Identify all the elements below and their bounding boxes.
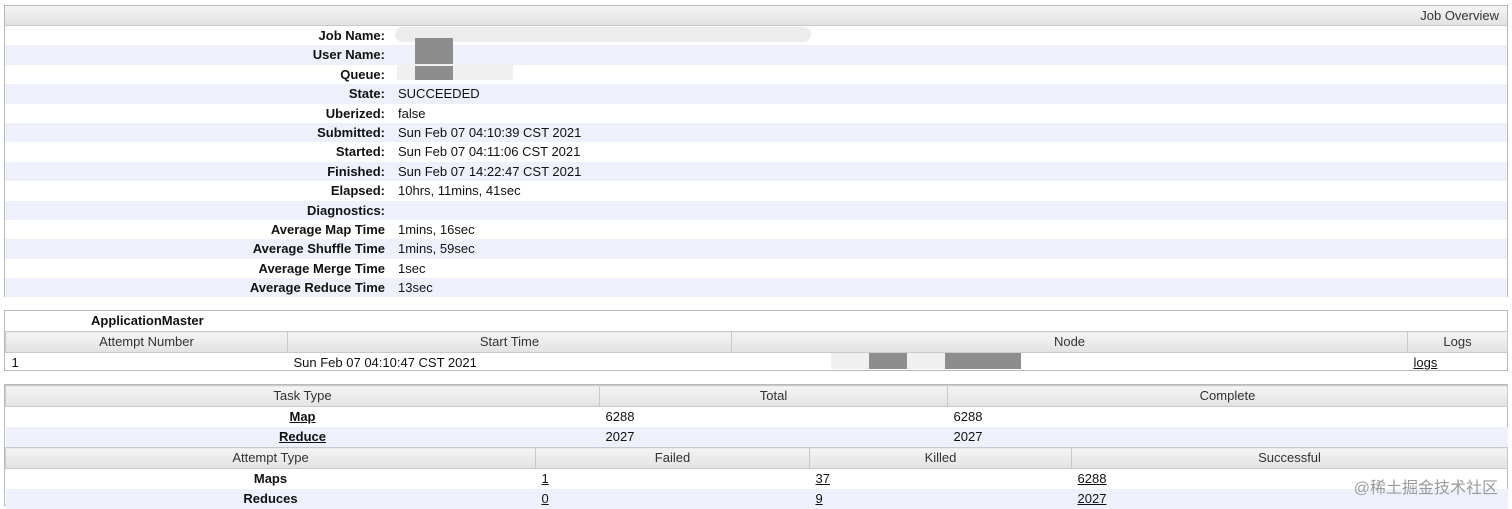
info-key: Submitted:: [317, 124, 385, 140]
table-row: 1 Sun Feb 07 04:10:47 CST 2021 logs: [6, 353, 1508, 374]
application-master-table: Attempt Number Start Time Node Logs 1 Su…: [5, 331, 1508, 373]
attempt-number-cell: 1: [11, 355, 19, 370]
table-row: Reduce 2027 2027: [5, 427, 1508, 447]
info-row-diagnostics: Diagnostics:: [5, 200, 1507, 220]
info-key: Diagnostics:: [306, 202, 385, 218]
info-value: 13sec: [398, 280, 433, 296]
column-header-logs[interactable]: Logs: [1407, 331, 1508, 353]
column-header-failed[interactable]: Failed: [535, 447, 810, 469]
job-overview-header: Job Overview: [5, 6, 1507, 26]
application-master-panel: ApplicationMaster Attempt Number Start T…: [4, 310, 1508, 371]
info-value: 1mins, 59sec: [398, 241, 475, 257]
info-row-avg-reduce-time: Average Reduce Time 13sec: [5, 278, 1507, 298]
info-row-avg-merge-time: Average Merge Time 1sec: [5, 259, 1507, 278]
info-key: Started:: [335, 144, 385, 160]
table-header-row: Attempt Type Failed Killed Successful: [5, 447, 1508, 469]
info-value: 10hrs, 11mins, 41sec: [398, 183, 521, 199]
info-key: Average Reduce Time: [249, 280, 385, 296]
reduces-successful-link[interactable]: 2027: [1078, 491, 1107, 506]
column-header-total[interactable]: Total: [599, 385, 948, 407]
total-cell: 2027: [599, 427, 948, 447]
reduce-task-link[interactable]: Reduce: [279, 429, 326, 444]
redacted-queue-mark: [415, 66, 453, 80]
info-value: 1mins, 16sec: [398, 221, 475, 237]
task-type-cell: Reduce: [5, 427, 600, 447]
job-overview-panel: Job Overview Job Name: User Name: Queue:…: [4, 5, 1508, 298]
start-time-cell: Sun Feb 07 04:10:47 CST 2021: [293, 355, 477, 370]
column-header-start-time[interactable]: Start Time: [287, 331, 732, 353]
info-value: 1sec: [398, 260, 426, 276]
info-key: Finished:: [327, 163, 385, 179]
info-row-queue: Queue:: [5, 65, 1507, 84]
attempt-type-cell: Maps: [253, 471, 288, 486]
redacted-node-mark-2: [945, 353, 1021, 369]
info-key: Elapsed:: [330, 183, 385, 199]
info-value: SUCCEEDED: [398, 86, 480, 102]
info-row-avg-map-time: Average Map Time 1mins, 16sec: [5, 220, 1507, 239]
column-header-successful[interactable]: Successful: [1071, 447, 1508, 469]
failed-cell: 0: [535, 489, 810, 509]
info-key: Average Merge Time: [258, 260, 385, 276]
info-row-finished: Finished: Sun Feb 07 14:22:47 CST 2021: [5, 161, 1507, 182]
column-header-complete[interactable]: Complete: [947, 385, 1508, 407]
info-row-submitted: Submitted: Sun Feb 07 04:10:39 CST 2021: [5, 122, 1507, 143]
redacted-node-mark-1: [869, 353, 907, 369]
table-row: Maps 1 37 6288: [6, 469, 1508, 490]
task-type-table: Task Type Total Complete Map 6288 6288 R…: [5, 385, 1508, 447]
table-row: Reduces 0 9 2027: [5, 489, 1508, 509]
info-value: Sun Feb 07 14:22:47 CST 2021: [398, 163, 582, 179]
complete-cell: 6288: [953, 409, 983, 424]
redacted-job-name: [395, 27, 811, 42]
info-row-started: Started: Sun Feb 07 04:11:06 CST 2021: [5, 142, 1507, 161]
info-row-uberized: Uberized: false: [5, 104, 1507, 123]
reduces-failed-link[interactable]: 0: [542, 491, 549, 506]
map-task-link[interactable]: Map: [290, 409, 316, 424]
redacted-user-name: [415, 38, 453, 66]
info-value: false: [398, 105, 426, 121]
reduces-killed-link[interactable]: 9: [816, 491, 823, 506]
watermark: @稀土掘金技术社区: [1353, 480, 1498, 497]
killed-cell: 37: [810, 469, 1072, 490]
total-cell: 6288: [605, 409, 635, 424]
attempt-type-table: Attempt Type Failed Killed Successful Ma…: [5, 447, 1508, 509]
table-header-row: Attempt Number Start Time Node Logs: [5, 331, 1508, 353]
task-type-cell: Map: [6, 407, 600, 428]
info-key: Average Map Time: [270, 221, 385, 237]
table-row: Map 6288 6288: [6, 407, 1508, 428]
column-header-task-type[interactable]: Task Type: [5, 385, 600, 407]
info-key: Queue:: [340, 66, 385, 82]
info-value: Sun Feb 07 04:10:39 CST 2021: [398, 124, 582, 140]
info-row-elapsed: Elapsed: 10hrs, 11mins, 41sec: [5, 181, 1507, 200]
logs-link[interactable]: logs: [1414, 355, 1438, 370]
complete-cell: 2027: [947, 427, 1508, 447]
info-row-user-name: User Name:: [5, 45, 1507, 65]
info-key: Average Shuffle Time: [252, 241, 385, 257]
table-header-row: Task Type Total Complete: [5, 385, 1508, 407]
killed-cell: 9: [809, 489, 1072, 509]
application-master-title: ApplicationMaster: [91, 313, 204, 328]
column-header-node[interactable]: Node: [731, 331, 1408, 353]
info-row-avg-shuffle-time: Average Shuffle Time 1mins, 59sec: [5, 239, 1507, 259]
maps-successful-link[interactable]: 6288: [1078, 471, 1107, 486]
column-header-killed[interactable]: Killed: [809, 447, 1072, 469]
maps-failed-link[interactable]: 1: [542, 471, 549, 486]
maps-killed-link[interactable]: 37: [816, 471, 830, 486]
info-key: State:: [348, 86, 385, 102]
info-key: Uberized:: [325, 105, 385, 121]
column-header-attempt-type[interactable]: Attempt Type: [5, 447, 536, 469]
info-key: User Name:: [312, 47, 385, 63]
info-value: Sun Feb 07 04:11:06 CST 2021: [398, 144, 581, 160]
info-row-state: State: SUCCEEDED: [5, 84, 1507, 104]
column-header-attempt-number[interactable]: Attempt Number: [5, 331, 288, 353]
task-summary-panel: Task Type Total Complete Map 6288 6288 R…: [4, 384, 1508, 509]
info-key: Job Name:: [318, 28, 385, 43]
failed-cell: 1: [536, 469, 810, 490]
logs-cell: logs: [1408, 353, 1508, 374]
attempt-type-cell: Reduces: [5, 489, 536, 509]
